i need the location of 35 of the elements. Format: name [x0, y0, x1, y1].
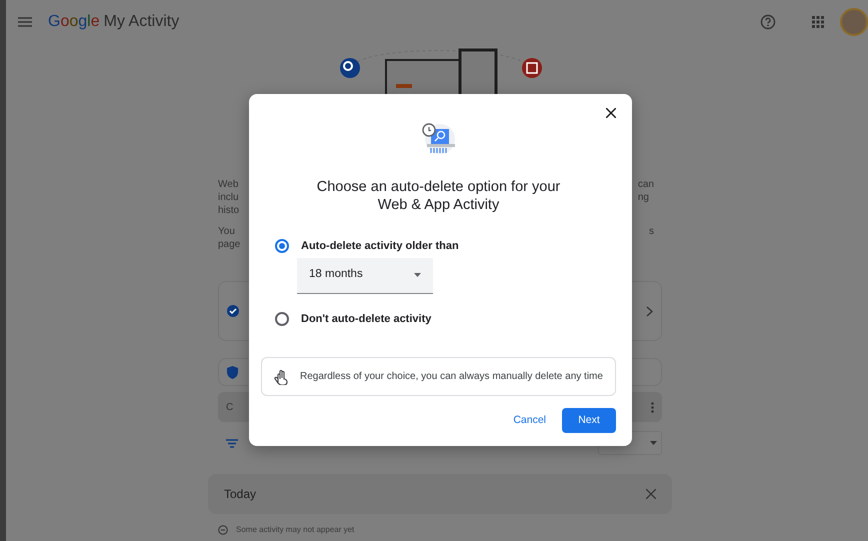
info-text: Regardless of your choice, you can always manually delete any time [300, 370, 603, 384]
logo-text: Google [48, 12, 100, 32]
close-icon[interactable] [606, 108, 616, 118]
filter-icon[interactable] [226, 438, 238, 448]
option-label: Auto-delete activity older than [301, 239, 459, 254]
option-label: Don't auto-delete activity [301, 312, 432, 326]
radio-button[interactable] [275, 312, 289, 326]
section-heading: Today [224, 486, 256, 503]
dropdown-value: 18 months [309, 267, 363, 282]
check-icon [227, 305, 239, 317]
paragraph-fragment: histo [218, 204, 240, 217]
caret-icon [414, 273, 421, 277]
shield-icon [227, 366, 238, 378]
search-fragment: C [226, 400, 234, 414]
paragraph-fragment: page [218, 238, 240, 251]
more-icon[interactable] [651, 402, 654, 412]
paragraph-fragment: s [649, 225, 654, 238]
radio-button[interactable] [275, 239, 289, 254]
period-dropdown[interactable]: 18 months [297, 258, 433, 294]
dialog-title: Choose an auto-delete option for your Web & App Activity [316, 178, 562, 214]
cancel-button[interactable]: Cancel [505, 407, 554, 435]
apps-icon[interactable] [812, 16, 824, 28]
menu-icon[interactable] [18, 17, 32, 27]
paragraph-fragment: can [638, 178, 654, 191]
paragraph-fragment: You [218, 225, 236, 238]
paragraph-fragment: ng [638, 191, 650, 204]
paragraph-fragment: Web [218, 178, 240, 191]
next-button[interactable]: Next [562, 408, 616, 434]
hand-icon [274, 368, 288, 384]
caret-icon [650, 441, 657, 445]
app-title: My Activity [104, 12, 180, 32]
chevron-icon [646, 306, 653, 316]
help-icon[interactable] [760, 14, 776, 30]
paragraph-fragment: inclu [218, 191, 240, 204]
notice-text: Some activity may not appear yet [236, 524, 354, 536]
